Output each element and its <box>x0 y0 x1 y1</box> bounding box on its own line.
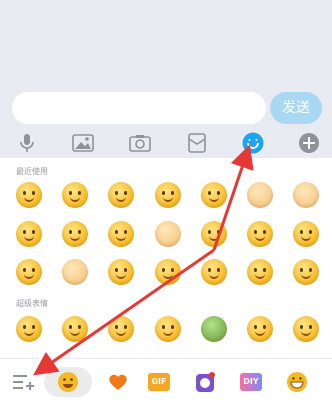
gif-tab[interactable]: GIF <box>142 367 176 397</box>
emoji-big-grin[interactable] <box>16 221 42 247</box>
voice-icon[interactable] <box>14 130 40 156</box>
image-icon[interactable] <box>70 130 96 156</box>
super-emoji-smile[interactable] <box>108 316 134 342</box>
super-emoji-fire[interactable] <box>62 316 88 342</box>
heart-tab[interactable] <box>101 367 135 397</box>
emoji-giggle[interactable] <box>155 259 181 285</box>
emoji-question[interactable] <box>247 221 273 247</box>
emoji-laugh[interactable] <box>155 182 181 208</box>
recent-section-title: 最近使用 <box>16 167 48 176</box>
grin-tab[interactable] <box>280 367 314 397</box>
input-row: 发送 <box>0 90 332 128</box>
super-emoji-blush[interactable] <box>247 316 273 342</box>
emoji-icon[interactable] <box>240 130 266 156</box>
emoji-hammer[interactable] <box>201 221 227 247</box>
emoji-tab[interactable] <box>44 367 92 397</box>
diy-tab[interactable]: DIY <box>234 367 268 397</box>
emoji-thumbs-up[interactable] <box>155 221 181 247</box>
sticker-tab[interactable] <box>188 367 222 397</box>
camera-icon[interactable] <box>127 130 153 156</box>
emoji-sunglasses[interactable] <box>201 259 227 285</box>
emoji-muscle[interactable] <box>62 259 88 285</box>
emoji-smirk[interactable] <box>247 259 273 285</box>
emoji-ok-sign[interactable] <box>293 182 319 208</box>
emoji-angry[interactable] <box>108 259 134 285</box>
super-emoji-cry[interactable] <box>16 316 42 342</box>
menu-add-icon[interactable] <box>6 367 40 397</box>
message-input[interactable] <box>12 92 266 124</box>
bottom-tab-bar: GIF DIY <box>0 358 332 407</box>
input-toolbar <box>0 128 332 158</box>
super-emoji-cool[interactable] <box>155 316 181 342</box>
emoji-panel: 最近使用 超级表情 <box>0 158 332 358</box>
emoji-teeth[interactable] <box>293 221 319 247</box>
emoji-shocked[interactable] <box>108 221 134 247</box>
emoji-wink[interactable] <box>201 182 227 208</box>
super-emoji-frog[interactable] <box>201 316 227 342</box>
super-section-title: 超级表情 <box>16 299 48 308</box>
add-icon[interactable] <box>296 130 322 156</box>
gif-label: GIF <box>148 373 170 391</box>
emoji-blush[interactable] <box>293 259 319 285</box>
emoji-sleepy[interactable] <box>62 221 88 247</box>
emoji-grin-sweat[interactable] <box>108 182 134 208</box>
emoji-hand-ok[interactable] <box>247 182 273 208</box>
emoji-laugh-cry[interactable] <box>16 182 42 208</box>
red-packet-icon[interactable] <box>184 130 210 156</box>
emoji-smile-2[interactable] <box>16 259 42 285</box>
diy-label: DIY <box>240 373 262 391</box>
chat-area <box>0 0 332 90</box>
super-emoji-shy[interactable] <box>293 316 319 342</box>
send-button[interactable]: 发送 <box>270 92 322 124</box>
emoji-smile[interactable] <box>62 182 88 208</box>
